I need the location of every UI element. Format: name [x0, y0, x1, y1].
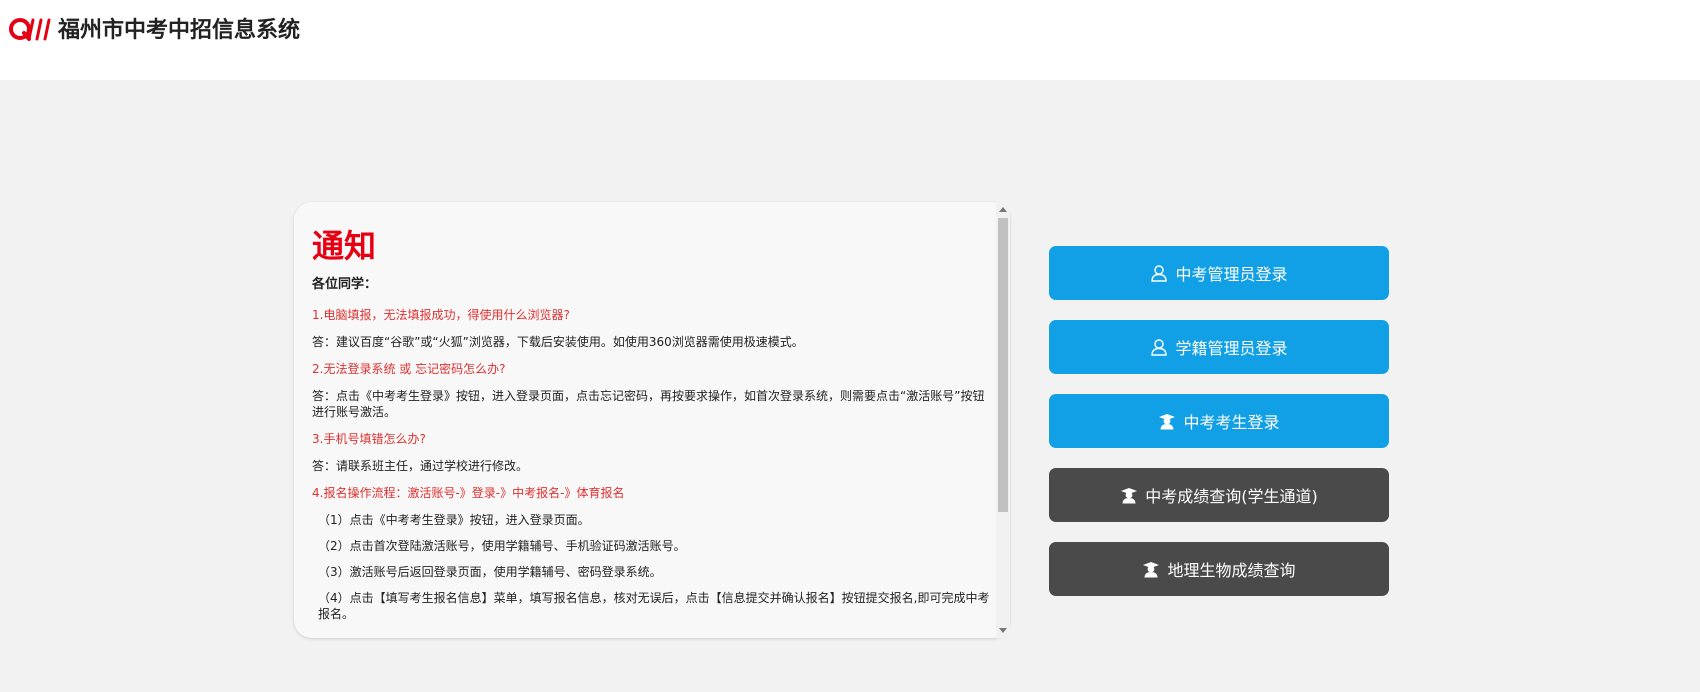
admin-login-button[interactable]: 中考管理员登录 — [1049, 246, 1389, 300]
student-login-label: 中考考生登录 — [1183, 413, 1280, 432]
score-query-label: 中考成绩查询(学生通道) — [1145, 487, 1318, 506]
scroll-up-arrow-icon[interactable] — [999, 207, 1007, 212]
qw-logo-icon — [9, 18, 51, 41]
faq-question-4: 4.报名操作流程：激活账号-》登录-》中考报名-》体育报名 — [312, 486, 625, 500]
score-query-button[interactable]: 中考成绩查询(学生通道) — [1049, 468, 1389, 522]
app-title: 福州市中考中招信息系统 — [58, 18, 301, 43]
notice-content: 通知 各位同学： 1.电脑填报，无法填报成功，得使用什么浏览器? 答：建议百度“… — [312, 222, 992, 632]
notice-panel[interactable]: 通知 各位同学： 1.电脑填报，无法填报成功，得使用什么浏览器? 答：建议百度“… — [294, 202, 1010, 638]
faq-answer-3: 答：请联系班主任，通过学校进行修改。 — [312, 459, 529, 473]
process-step-2: （2）点击首次登陆激活账号，使用学籍辅号、手机验证码激活账号。 — [318, 539, 686, 553]
process-step-4: （4）点击【填写考生报名信息】菜单，填写报名信息，核对无误后，点击【信息提交并确… — [318, 591, 990, 621]
process-step-3: （3）激活账号后返回登录页面，使用学籍辅号、密码登录系统。 — [318, 565, 662, 579]
graduate-student-icon — [1143, 562, 1160, 578]
notice-title: 通知 — [312, 227, 377, 265]
faq-question-3: 3.手机号填错怎么办? — [312, 432, 426, 446]
geo-bio-score-query-label: 地理生物成绩查询 — [1167, 561, 1296, 580]
notice-scrollbar[interactable] — [996, 202, 1010, 638]
registry-admin-login-label: 学籍管理员登录 — [1175, 339, 1288, 358]
scroll-down-arrow-icon[interactable] — [999, 628, 1007, 633]
graduate-student-icon — [1121, 488, 1138, 504]
process-step-1: （1）点击《中考考生登录》按钮，进入登录页面。 — [318, 513, 590, 527]
student-login-button[interactable]: 中考考生登录 — [1049, 394, 1389, 448]
faq-answer-2: 答：点击《中考考生登录》按钮，进入登录页面，点击忘记密码，再按要求操作，如首次登… — [312, 389, 985, 419]
geo-bio-score-query-button[interactable]: 地理生物成绩查询 — [1049, 542, 1389, 596]
faq-question-1: 1.电脑填报，无法填报成功，得使用什么浏览器? — [312, 308, 570, 322]
scroll-thumb[interactable] — [998, 218, 1008, 512]
registry-admin-login-button[interactable]: 学籍管理员登录 — [1049, 320, 1389, 374]
user-outline-icon — [1151, 265, 1168, 282]
faq-answer-1: 答：建议百度“谷歌”或“火狐”浏览器，下载后安装使用。如使用360浏览器需使用极… — [312, 335, 804, 349]
top-header-bar: 福州市中考中招信息系统 — [0, 0, 1700, 80]
admin-login-label: 中考管理员登录 — [1175, 265, 1288, 284]
faq-question-2: 2.无法登录系统 或 忘记密码怎么办? — [312, 362, 506, 376]
notice-greeting: 各位同学： — [312, 277, 378, 292]
user-outline-icon — [1151, 339, 1168, 356]
graduate-student-icon — [1159, 414, 1176, 430]
